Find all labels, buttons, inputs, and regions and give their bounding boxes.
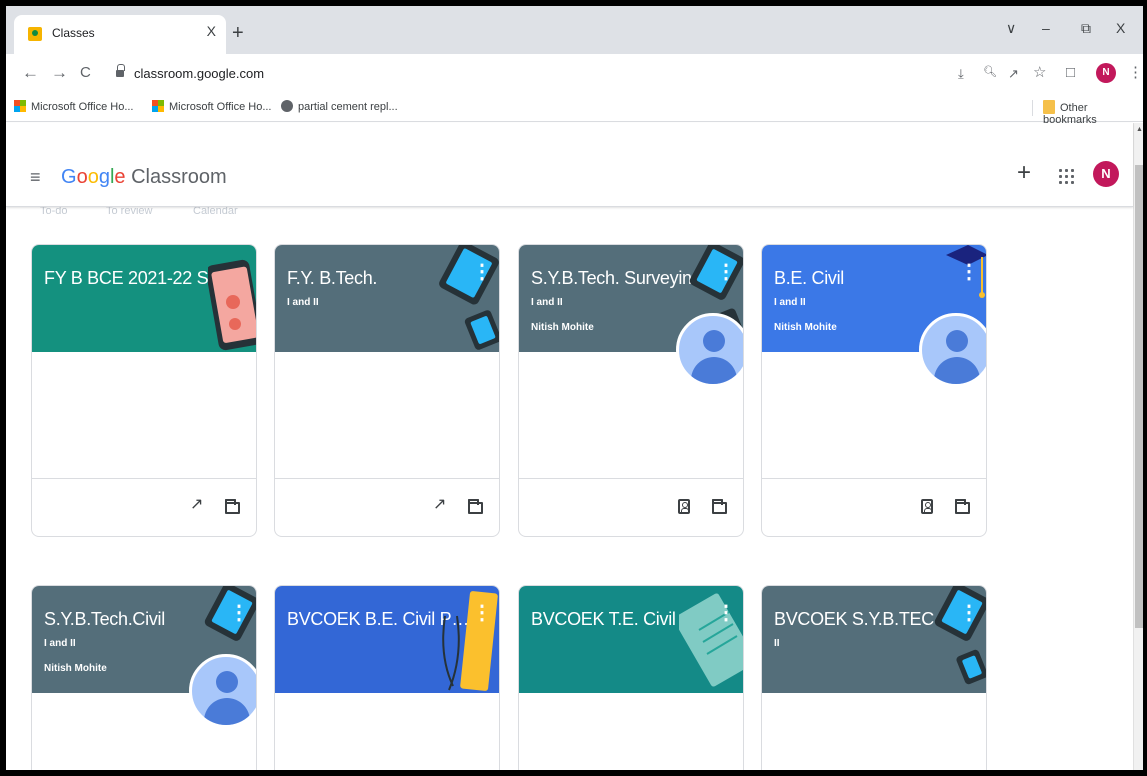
class-title[interactable]: F.Y. B.Tech.	[287, 268, 377, 289]
class-section: II	[774, 638, 780, 649]
address-bar[interactable]: classroom.google.com	[108, 59, 968, 89]
more-options-icon[interactable]	[229, 603, 249, 624]
tab-close-icon[interactable]: X	[207, 23, 216, 39]
class-owner: Nitish Mohite	[774, 322, 837, 333]
tab-strip: Classes X + ∨ – ⧉ X	[6, 6, 1143, 54]
trending-icon[interactable]: ↗	[190, 497, 203, 513]
globe-icon	[281, 100, 293, 112]
folder-icon[interactable]	[955, 499, 970, 514]
trending-icon[interactable]: ↗	[433, 497, 446, 513]
class-card-footer	[762, 478, 986, 536]
more-options-icon[interactable]	[959, 262, 979, 283]
scroll-thumb[interactable]	[1135, 165, 1143, 628]
class-card-header[interactable]: BVCOEK T.E. Civil SD...	[519, 586, 743, 693]
forward-button[interactable]: →	[51, 64, 68, 81]
scroll-up-icon[interactable]: ▲	[1136, 126, 1143, 133]
class-card[interactable]: B.E. Civil I and II Nitish Mohite	[761, 244, 987, 537]
browser-profile-avatar[interactable]: N	[1096, 63, 1116, 83]
browser-toolbar: ← → C classroom.google.com ⤓ 🔍︎ ↗ ☆ □ N …	[6, 54, 1143, 94]
class-section: I and II	[774, 297, 806, 308]
class-card[interactable]: S.Y.B.Tech. Surveying-II I and II Nitish…	[518, 244, 744, 537]
class-owner: Nitish Mohite	[531, 322, 594, 333]
folder-icon[interactable]	[468, 499, 483, 514]
bookmark-item[interactable]: Microsoft Office Ho...	[14, 100, 134, 113]
owner-avatar	[919, 313, 986, 387]
class-card-header[interactable]: BVCOEK B.E. Civil Pro...	[275, 586, 499, 693]
class-card[interactable]: FY B BCE 2021-22 Se... ↗	[31, 244, 257, 537]
owner-avatar	[189, 654, 256, 728]
zoom-icon[interactable]: 🔍︎	[983, 67, 997, 78]
class-section: I and II	[44, 638, 76, 649]
bookmark-item[interactable]: partial cement repl...	[281, 100, 398, 113]
folder-icon	[1043, 100, 1055, 114]
classroom-favicon-icon	[28, 27, 42, 41]
more-options-icon[interactable]	[472, 603, 492, 624]
microsoft-icon	[14, 100, 26, 112]
class-card[interactable]: F.Y. B.Tech. I and II ↗	[274, 244, 500, 537]
back-button[interactable]: ←	[22, 64, 39, 81]
phone-illustration-icon	[208, 259, 256, 351]
tab-classes[interactable]: Classes X	[14, 15, 226, 54]
folder-icon[interactable]	[225, 499, 240, 514]
page-scrollbar[interactable]: ▲	[1133, 123, 1143, 770]
app-header: ≡ Google Classroom + N	[6, 123, 1133, 207]
class-card[interactable]: S.Y.B.Tech.Civil I and II Nitish Mohite	[31, 585, 257, 770]
class-card-footer	[519, 478, 743, 536]
class-section: I and II	[287, 297, 319, 308]
assignment-icon[interactable]	[678, 499, 690, 514]
class-card-header[interactable]: BVCOEK S.Y.B.TECH.... II	[762, 586, 986, 693]
class-card-header[interactable]: F.Y. B.Tech. I and II	[275, 245, 499, 352]
tab-search-icon[interactable]: ∨	[1006, 20, 1016, 37]
class-card-footer: ↗	[275, 478, 499, 536]
class-card-header[interactable]: FY B BCE 2021-22 Se...	[32, 245, 256, 352]
bookmark-item[interactable]: Microsoft Office Ho...	[152, 100, 272, 113]
more-options-icon[interactable]	[472, 262, 492, 283]
browser-window: Classes X + ∨ – ⧉ X ← → C classroom.goog…	[6, 6, 1143, 770]
class-card[interactable]: BVCOEK B.E. Civil Pro...	[274, 585, 500, 770]
bookmark-divider	[1032, 100, 1033, 116]
google-classroom-logo[interactable]: Google Classroom	[61, 166, 227, 189]
close-window-button[interactable]: X	[1116, 20, 1125, 36]
tab-title: Classes	[52, 26, 95, 40]
browser-menu-icon[interactable]: ⋮	[1128, 65, 1143, 80]
account-avatar[interactable]: N	[1093, 161, 1119, 187]
microsoft-icon	[152, 100, 164, 112]
owner-avatar	[676, 313, 743, 387]
assignment-icon[interactable]	[921, 499, 933, 514]
minimize-button[interactable]: –	[1042, 20, 1050, 36]
bookmarks-bar: Microsoft Office Ho... Microsoft Office …	[6, 94, 1143, 126]
class-card-footer: ↗	[32, 478, 256, 536]
class-title[interactable]: FY B BCE 2021-22 Se...	[44, 268, 229, 289]
class-card[interactable]: BVCOEK T.E. Civil SD...	[518, 585, 744, 770]
share-icon[interactable]: ↗	[1008, 67, 1019, 80]
more-options-icon[interactable]	[959, 603, 979, 624]
lock-icon[interactable]	[116, 64, 125, 78]
class-title[interactable]: S.Y.B.Tech.Civil	[44, 609, 165, 630]
class-title[interactable]: B.E. Civil	[774, 268, 844, 289]
class-card[interactable]: BVCOEK S.Y.B.TECH.... II	[761, 585, 987, 770]
more-options-icon[interactable]	[716, 262, 736, 283]
classroom-app: ≡ Google Classroom + N To-do To review C…	[6, 123, 1133, 770]
more-options-icon[interactable]	[716, 603, 736, 624]
url-text: classroom.google.com	[134, 66, 265, 81]
class-section: I and II	[531, 297, 563, 308]
class-owner: Nitish Mohite	[44, 663, 107, 674]
install-app-icon[interactable]: ⤓	[958, 67, 964, 80]
folder-icon[interactable]	[712, 499, 727, 514]
create-class-button[interactable]: +	[1017, 161, 1031, 185]
side-panel-icon[interactable]: □	[1066, 65, 1075, 80]
reload-button[interactable]: C	[80, 65, 91, 80]
google-apps-icon[interactable]	[1058, 168, 1076, 186]
new-tab-button[interactable]: +	[232, 23, 244, 43]
main-menu-icon[interactable]: ≡	[30, 168, 41, 186]
restore-button[interactable]: ⧉	[1081, 20, 1091, 37]
bookmark-star-icon[interactable]: ☆	[1033, 65, 1046, 80]
